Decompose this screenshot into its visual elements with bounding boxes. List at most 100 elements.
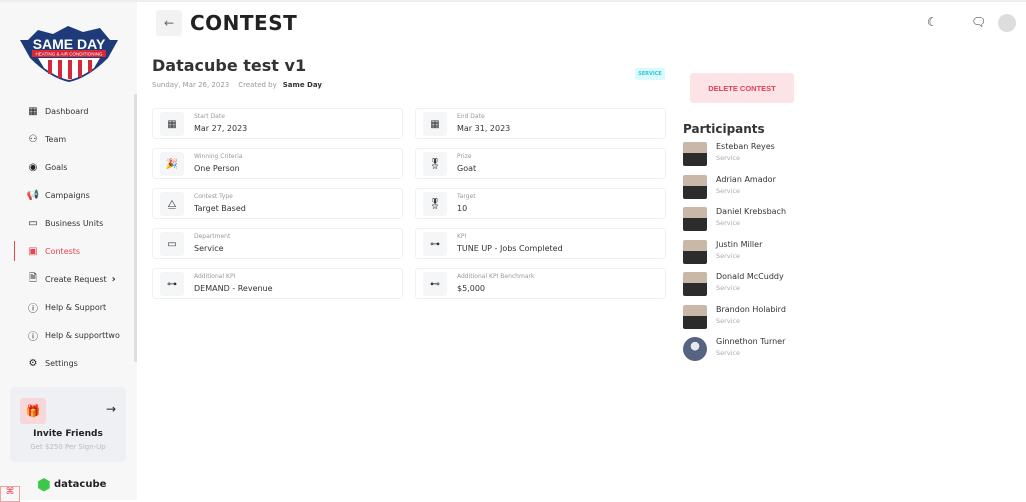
- hierarchy-icon: ⊶: [423, 232, 447, 256]
- top-border: [0, 0, 1026, 2]
- participant-role: Service: [716, 154, 741, 162]
- goals-icon: ◉: [28, 161, 38, 173]
- field-value: $5,000: [457, 284, 485, 293]
- participant-item[interactable]: Adrian Amador Service: [683, 174, 823, 201]
- department-badge: SERVICE: [635, 68, 665, 80]
- dashboard-icon: ▦: [28, 105, 38, 117]
- field-label: Additional KPI Benchmark: [457, 273, 535, 280]
- field-label: Department: [194, 233, 231, 240]
- sidebar-item-label: Goals: [45, 162, 68, 172]
- field-value: Target Based: [194, 204, 246, 213]
- sidebar-item-label: Help & supporttwo: [45, 330, 120, 340]
- participant-item[interactable]: Ginnethon Turner Service: [683, 337, 823, 363]
- calendar-icon: ▦: [160, 112, 184, 136]
- user-avatar[interactable]: [998, 14, 1016, 32]
- participant-role: Service: [716, 349, 741, 357]
- info-card-additional-kpi: ⊶ Additional KPI DEMAND - Revenue: [152, 268, 403, 299]
- participant-role: Service: [716, 219, 741, 227]
- sidebar-item-contests[interactable]: ▣ Contests: [0, 237, 137, 265]
- sidebar-item-create-request[interactable]: 🗎 Create Request ›: [0, 265, 137, 293]
- document-edit-icon: 🗎: [28, 272, 38, 284]
- sidebar-item-help-support[interactable]: ⓘ Help & Support: [0, 293, 137, 321]
- participant-avatar: [683, 272, 707, 296]
- medal-icon: 🎖: [423, 152, 447, 176]
- field-value: Mar 31, 2023: [457, 124, 511, 133]
- sidebar-item-label: Contests: [45, 246, 81, 256]
- invite-friends-card[interactable]: 🎁 → Invite Friends Get $250 Per Sign-Up: [10, 387, 126, 462]
- field-value: DEMAND - Revenue: [194, 284, 273, 293]
- field-label: End Date: [457, 113, 485, 120]
- participant-name: Adrian Amador: [716, 174, 776, 184]
- field-label: KPI: [457, 233, 467, 240]
- arrow-right-icon[interactable]: →: [106, 402, 116, 416]
- sidebar-item-label: Dashboard: [45, 106, 89, 116]
- participant-item[interactable]: Daniel Krebsbach Service: [683, 207, 823, 233]
- participant-role: Service: [716, 284, 741, 292]
- svg-text:SAME DAY: SAME DAY: [33, 36, 106, 52]
- chevron-right-icon: ›: [111, 273, 116, 285]
- megaphone-icon: 📢: [26, 189, 40, 201]
- briefcase-icon: ▭: [160, 232, 184, 256]
- delete-contest-button[interactable]: DELETE CONTEST: [690, 73, 794, 103]
- datacube-logo: ⬢ datacube: [37, 475, 106, 494]
- created-by-label: Created by: [238, 81, 277, 89]
- info-card-department: ▭ Department Service: [152, 228, 403, 259]
- info-card-kpi: ⊶ KPI TUNE UP - Jobs Completed: [415, 228, 666, 259]
- contest-date: Sunday, Mar 26, 2023: [152, 81, 230, 89]
- participant-avatar: [683, 174, 707, 199]
- svg-text:HEATING & AIR CONDITIONING: HEATING & AIR CONDITIONING: [36, 52, 103, 57]
- hierarchy-icon: ⊶: [160, 272, 184, 296]
- info-card-winning-criteria: 🎉 Winning Criteria One Person: [152, 148, 403, 179]
- sidebar-item-dashboard[interactable]: ▦ Dashboard: [0, 97, 137, 125]
- sidebar-item-label: Business Units: [45, 218, 104, 228]
- briefcase-icon: ▭: [28, 217, 38, 229]
- participant-item[interactable]: Esteban Reyes Service: [683, 142, 823, 168]
- field-value: Service: [194, 244, 224, 253]
- gift-icon: 🎁: [20, 398, 46, 424]
- field-label: Target: [457, 193, 476, 200]
- calendar-icon: ▦: [423, 112, 447, 136]
- participant-item[interactable]: Donald McCuddy Service: [683, 272, 823, 298]
- participant-avatar: [683, 304, 707, 329]
- participant-item[interactable]: Justin Miller Service: [683, 239, 823, 266]
- sidebar-item-label: Create Request: [45, 274, 107, 284]
- chat-bubble-icon[interactable]: 🗨: [971, 15, 986, 29]
- sidebar-item-help-supporttwo[interactable]: ⓘ Help & supporttwo: [0, 321, 137, 349]
- sidebar-item-team[interactable]: ⚇ Team: [0, 125, 137, 153]
- dark-mode-moon-icon[interactable]: ☾: [927, 15, 938, 29]
- field-value: TUNE UP - Jobs Completed: [457, 244, 563, 253]
- sidebar-item-label: Help & Support: [45, 302, 107, 312]
- sidebar-nav: ▦ Dashboard ⚇ Team ◉ Goals 📢 Campaigns ▭ Business…: [0, 97, 137, 377]
- participant-item[interactable]: Brandon Holabird Service: [683, 304, 823, 331]
- party-popper-icon: 🎉: [160, 152, 184, 176]
- info-card-contest-type: ⧋ Contest Type Target Based: [152, 188, 403, 219]
- sidebar-item-campaigns[interactable]: 📢 Campaigns: [0, 181, 137, 209]
- participant-avatar: [683, 337, 707, 361]
- field-value: Mar 27, 2023: [194, 124, 248, 133]
- participant-avatar: [683, 239, 707, 264]
- participant-role: Service: [716, 186, 741, 195]
- hierarchy-icon: ⊷: [423, 272, 447, 296]
- participant-name: Esteban Reyes: [716, 142, 775, 151]
- sidebar-item-label: Team: [45, 134, 67, 144]
- contest-title: Datacube test v1: [152, 56, 307, 75]
- info-icon: ⓘ: [28, 331, 38, 343]
- contest-meta: Sunday, Mar 26, 2023 Created by Same Day: [152, 81, 322, 89]
- sidebar-item-label: Campaigns: [45, 190, 90, 200]
- field-label: Additional KPI: [194, 273, 236, 280]
- participant-name: Donald McCuddy: [716, 272, 784, 281]
- field-value: Goat: [457, 164, 477, 173]
- sidebar: SAME DAY HEATING & AIR CONDITIONING ▦ Das…: [0, 2, 137, 502]
- sidebar-item-settings[interactable]: ⚙ Settings: [0, 349, 137, 377]
- company-logo[interactable]: SAME DAY HEATING & AIR CONDITIONING: [18, 20, 120, 82]
- back-button[interactable]: ←: [156, 10, 182, 36]
- info-icon: ⓘ: [28, 303, 38, 315]
- team-icon: ⚇: [28, 133, 38, 145]
- participant-avatar: [683, 207, 707, 231]
- created-by: Same Day: [282, 81, 322, 89]
- sidebar-item-business-units[interactable]: ▭ Business Units: [0, 209, 137, 237]
- sidebar-item-goals[interactable]: ◉ Goals: [0, 153, 137, 181]
- participant-avatar: [683, 142, 707, 166]
- info-card-end-date: ▦ End Date Mar 31, 2023: [415, 108, 666, 139]
- invite-subtitle: Get $250 Per Sign-Up: [30, 443, 106, 451]
